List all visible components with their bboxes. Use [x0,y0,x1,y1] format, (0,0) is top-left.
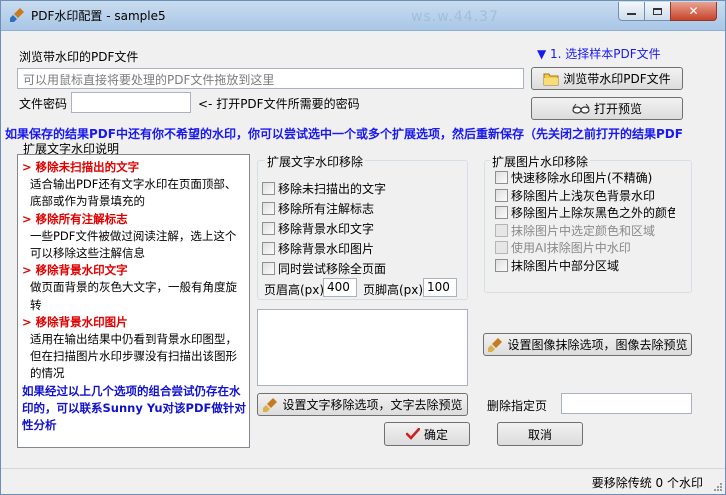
checkbox-label: 移除图片上浅灰色背景水印 [511,189,656,203]
ok-button[interactable]: 确定 [384,422,470,446]
erase-selected-color-checkbox: 抹除图片中选定颜色和区域 [495,222,655,239]
password-field[interactable] [71,92,191,113]
open-preview-button[interactable]: 打开预览 [531,97,683,120]
minimize-icon [627,13,636,15]
checkbox-box[interactable] [262,262,275,275]
resize-grip-icon[interactable] [713,482,723,492]
checkbox-box[interactable] [495,171,508,184]
checkbox-label: 快速移除水印图片(不精确) [511,171,653,185]
close-button[interactable]: ✕ [670,2,717,21]
folder-icon [543,73,559,85]
close-icon: ✕ [688,4,699,18]
checkbox-label: 移除图片上除灰黑色之外的颜色 [511,206,675,220]
browse-pdf-button[interactable]: 浏览带水印PDF文件 [531,67,683,90]
password-hint: <- 打开PDF文件所需要的密码 [198,97,360,111]
section-text: 一些PDF文件被做过阅读注解，选上这个可以移除这些注解信息 [30,228,237,261]
checkbox-box [495,241,508,254]
ok-button-label: 确定 [423,427,448,442]
open-preview-button-label: 打开预览 [593,102,642,116]
checkbox-label: 移除未扫描出的文字 [278,182,387,196]
minimize-button[interactable] [618,2,645,21]
text-removal-settings-label: 设置文字移除选项，文字去除预览 [282,398,463,412]
checkbox-label: 移除背景水印图片 [278,242,375,256]
maximize-button[interactable] [644,2,671,21]
description-panel: > 移除未扫描出的文字 适合输出PDF还有文字水印在页面顶部、底部或作为背景填充… [17,154,250,448]
maximize-icon [653,7,662,15]
app-brush-icon [10,8,24,22]
section-heading: > 移除所有注解标志 [22,211,128,226]
checkbox-label: 抹除图片中部分区域 [511,259,620,273]
section-text: 做页面背景的灰色大文字，一般有角度旋转 [30,280,237,312]
ai-erase-checkbox: 使用AI抹除图片中水印 [495,239,631,256]
dialog-window: PDF水印配置 - sample5 ws.w.44.37 ✕ 浏览带水印的PDF… [0,0,726,495]
text-removal-group-label: 扩展文字水印移除 [265,153,366,170]
window-title: PDF水印配置 - sample5 [31,9,166,23]
cancel-button[interactable]: 取消 [497,422,583,446]
checkbox-label: 抹除图片中选定颜色和区域 [511,224,656,238]
status-bar: 要移除传统 0 个水印 [1,468,725,494]
checkbox-box[interactable] [262,222,275,235]
background-window-text: ws.w.44.37 [411,9,499,25]
checkbox-label: 使用AI抹除图片中水印 [511,241,631,255]
checkmark-icon [405,428,420,440]
footer-height-label: 页脚高(px) [363,283,424,297]
checkbox-box[interactable] [495,189,508,202]
text-removal-settings-button[interactable]: 设置文字移除选项，文字去除预览 [257,393,468,416]
browse-pdf-button-label: 浏览带水印PDF文件 [563,72,671,86]
checkbox-box[interactable] [262,202,275,215]
checkbox-box[interactable] [262,182,275,195]
footer-height-input[interactable]: 100 [423,278,457,297]
section-text: 适合输出PDF还有文字水印在页面顶部、底部或作为背景填充的 [30,177,237,209]
delete-pages-label: 删除指定页 [487,399,548,413]
brush-icon [263,397,278,412]
image-removal-group-label: 扩展图片水印移除 [490,153,591,170]
title-bar[interactable]: PDF水印配置 - sample5 ws.w.44.37 ✕ [1,1,725,31]
section-heading: > 移除背景水印文字 [22,263,128,278]
remove-background-image-checkbox[interactable]: 移除背景水印图片 [262,240,374,257]
password-label: 文件密码 [19,97,68,111]
checkbox-box[interactable] [495,259,508,272]
section-heading: > 移除背景水印图片 [22,314,128,329]
remove-unscanned-text-checkbox[interactable]: 移除未扫描出的文字 [262,180,386,197]
header-height-label: 页眉高(px) [264,283,325,297]
erase-partial-area-checkbox[interactable]: 抹除图片中部分区域 [495,257,619,274]
remove-annotations-checkbox[interactable]: 移除所有注解标志 [262,200,374,217]
section-heading: > 移除未扫描出的文字 [22,160,140,174]
checkbox-box[interactable] [262,242,275,255]
remove-non-gray-colors-checkbox[interactable]: 移除图片上除灰黑色之外的颜色 [495,204,675,221]
brush-icon [488,337,503,352]
checkbox-label: 同时尝试移除全页面 [278,262,387,276]
checkbox-box [495,224,508,237]
cancel-button-label: 取消 [527,427,552,442]
delete-pages-input[interactable] [561,393,692,414]
header-height-input[interactable]: 400 [323,278,357,297]
select-sample-pdf-link[interactable]: ▼ 1. 选择样本PDF文件 [537,45,661,62]
text-removal-notes[interactable] [257,309,468,386]
checkbox-label: 移除所有注解标志 [278,202,375,216]
image-removal-settings-button[interactable]: 设置图像抹除选项，图像去除预览 [483,333,692,356]
pdf-drop-field[interactable]: 可以用鼠标直接将要处理的PDF文件拖放到这里 [17,68,524,89]
description-footer: 如果经过以上几个选项的组合尝试仍存在水印的，可以联系Sunny Yu对该PDF做… [22,383,246,433]
browse-pdf-label: 浏览带水印的PDF文件 [19,50,139,64]
section-text: 适用在输出结果中仍看到背景水印图型，但在扫描图片水印步骤没有扫描出该图形的情况 [30,332,237,381]
remove-full-page-checkbox[interactable]: 同时尝试移除全页面 [262,260,386,277]
quick-remove-image-checkbox[interactable]: 快速移除水印图片(不精确) [495,169,652,186]
image-removal-settings-label: 设置图像抹除选项，图像去除预览 [507,338,688,352]
glasses-icon [572,103,590,114]
remove-background-text-checkbox[interactable]: 移除背景水印文字 [262,220,374,237]
remove-light-gray-checkbox[interactable]: 移除图片上浅灰色背景水印 [495,187,655,204]
status-text: 要移除传统 0 个水印 [591,476,703,490]
checkbox-box[interactable] [495,206,508,219]
checkbox-label: 移除背景水印文字 [278,222,375,236]
